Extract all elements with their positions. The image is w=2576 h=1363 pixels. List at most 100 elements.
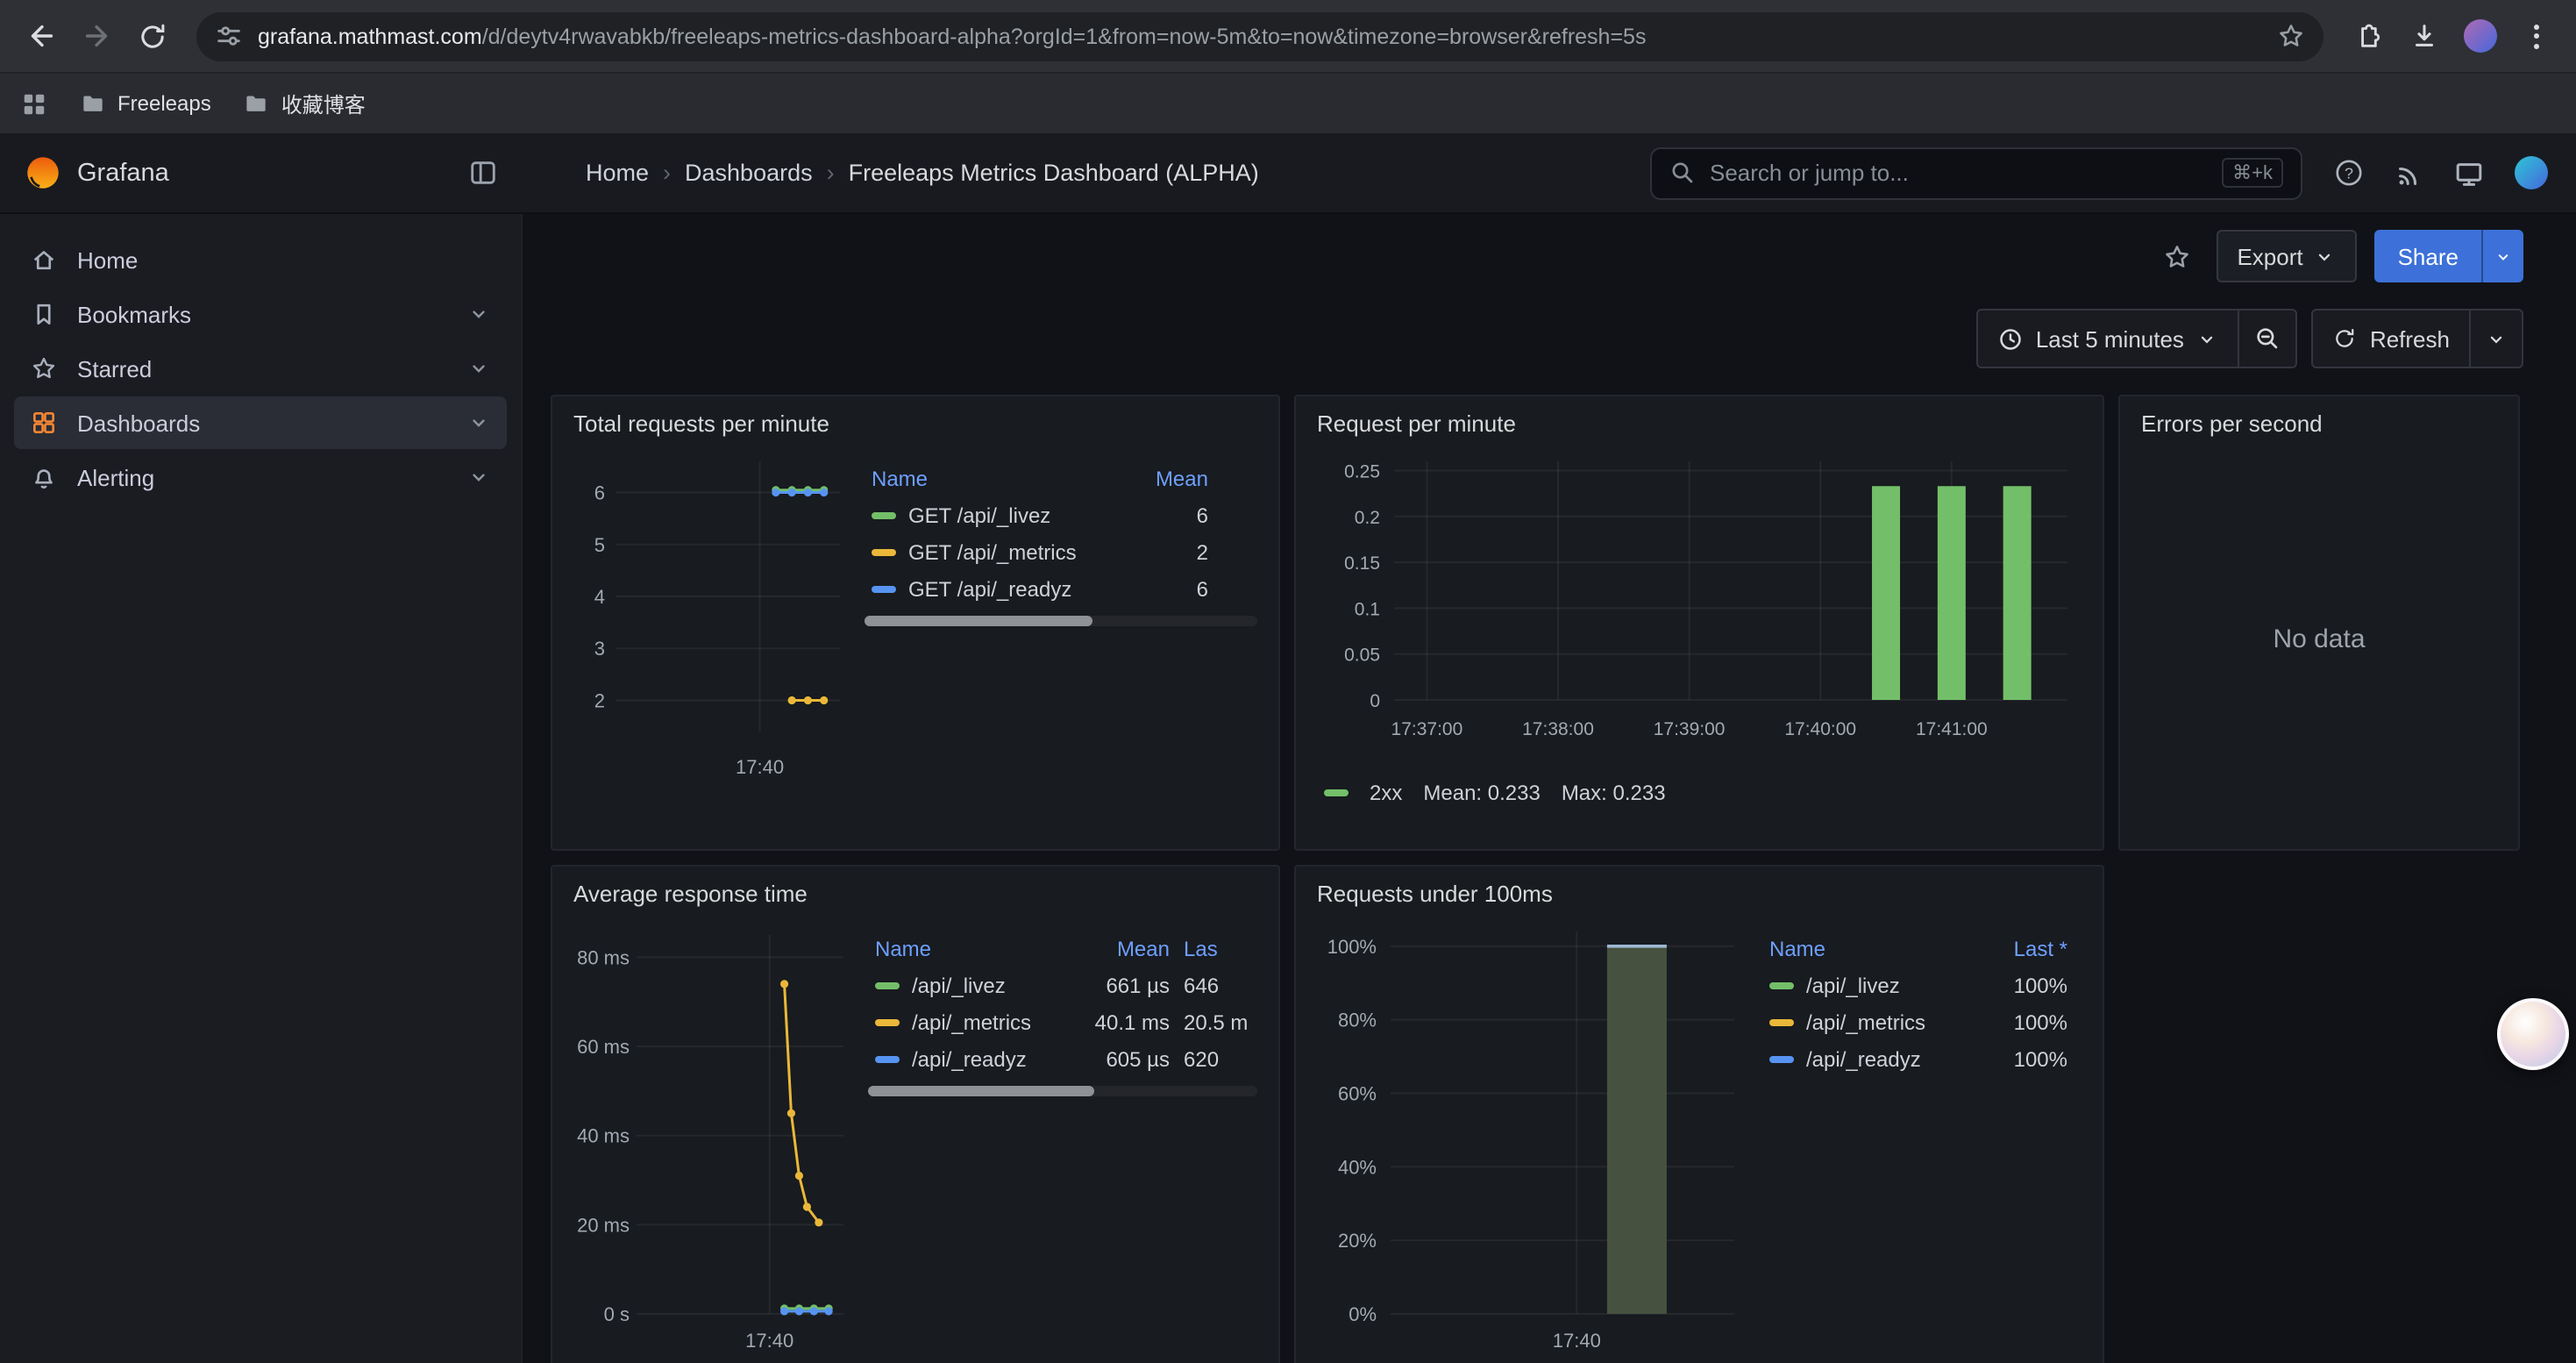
news-rss-icon[interactable] bbox=[2394, 158, 2423, 188]
back-button[interactable] bbox=[14, 10, 67, 62]
legend-line[interactable]: 2xx Mean: 0.233 Max: 0.233 bbox=[1317, 781, 2081, 805]
panel-title[interactable]: Total requests per minute bbox=[573, 410, 1257, 437]
legend-row[interactable]: /api/_metrics100% bbox=[1762, 1003, 2074, 1040]
breadcrumb-home[interactable]: Home bbox=[586, 160, 649, 186]
site-settings-icon[interactable] bbox=[214, 21, 244, 51]
zoom-out-button[interactable] bbox=[2238, 310, 2296, 367]
monitor-icon[interactable] bbox=[2453, 157, 2485, 189]
search-icon bbox=[1669, 160, 1696, 186]
legend-row[interactable]: /api/_livez661 µs646 bbox=[868, 967, 1257, 1003]
search-shortcut: ⌘+k bbox=[2222, 158, 2283, 188]
legend-column-header[interactable]: Last * bbox=[1962, 931, 2074, 967]
legend-row[interactable]: /api/_readyz605 µs620 bbox=[868, 1040, 1257, 1077]
svg-text:0.05: 0.05 bbox=[1344, 646, 1380, 666]
legend-column-header[interactable]: Name bbox=[1762, 931, 1962, 967]
chevron-down-icon[interactable] bbox=[466, 356, 491, 381]
legend-row[interactable]: GET /api/_readyz6 bbox=[865, 570, 1257, 607]
breadcrumb-dashboards[interactable]: Dashboards bbox=[685, 160, 813, 186]
bookmark-icon bbox=[30, 300, 58, 328]
legend-column-header[interactable]: Mean bbox=[1096, 461, 1257, 496]
sidebar-toggle-icon[interactable] bbox=[468, 158, 498, 188]
browser-menu-icon[interactable] bbox=[2509, 10, 2562, 62]
grafana-header: Grafana Home › Dashboards › Freeleaps Me… bbox=[0, 133, 2576, 214]
legend-column-header[interactable]: Las bbox=[1177, 931, 1257, 967]
panel-title[interactable]: Errors per second bbox=[2141, 410, 2497, 437]
panel-total-requests: Total requests per minute 2345617:40 Nam… bbox=[551, 395, 1280, 851]
total-requests-chart[interactable]: 2345617:40 bbox=[573, 444, 850, 791]
svg-text:4: 4 bbox=[594, 586, 605, 608]
sidebar-item-label: Home bbox=[77, 246, 138, 273]
time-controls: Last 5 minutes Refresh bbox=[551, 309, 2523, 368]
request-per-minute-chart[interactable]: 00.050.10.150.20.2517:37:0017:38:0017:39… bbox=[1317, 444, 2081, 770]
legend-row[interactable]: /api/_livez100% bbox=[1762, 967, 2074, 1003]
grafana-logo[interactable] bbox=[25, 154, 61, 191]
reload-button[interactable] bbox=[126, 10, 179, 62]
bookmark-freeleaps[interactable]: Freeleaps bbox=[79, 89, 211, 118]
sidebar-item-dashboards[interactable]: Dashboards bbox=[14, 396, 507, 449]
bookmark-blog-folder[interactable]: 收藏博客 bbox=[243, 89, 366, 118]
sidebar-item-home[interactable]: Home bbox=[14, 233, 507, 286]
share-dropdown-icon[interactable] bbox=[2481, 230, 2523, 282]
requests-under-100ms-chart[interactable]: 0%20%40%60%80%100%17:40 bbox=[1317, 914, 1748, 1356]
legend-row[interactable]: GET /api/_livez6 bbox=[865, 496, 1257, 533]
downloads-icon[interactable] bbox=[2397, 10, 2450, 62]
svg-text:17:39:00: 17:39:00 bbox=[1654, 719, 1726, 739]
svg-text:0.1: 0.1 bbox=[1355, 599, 1380, 619]
refresh-button[interactable]: Refresh bbox=[2314, 310, 2469, 367]
share-label: Share bbox=[2398, 243, 2459, 269]
extensions-icon[interactable] bbox=[2341, 10, 2394, 62]
series-swatch bbox=[872, 585, 896, 592]
legend-row[interactable]: /api/_readyz100% bbox=[1762, 1040, 2074, 1077]
assistant-avatar[interactable] bbox=[2497, 998, 2569, 1070]
svg-text:6: 6 bbox=[594, 482, 605, 504]
legend-row[interactable]: GET /api/_metrics2 bbox=[865, 533, 1257, 570]
series-swatch bbox=[875, 1018, 900, 1025]
svg-text:40 ms: 40 ms bbox=[577, 1125, 630, 1147]
breadcrumb-separator: › bbox=[663, 160, 671, 186]
series-swatch bbox=[1769, 981, 1794, 988]
legend-column-header[interactable]: Mean bbox=[1061, 931, 1177, 967]
sidebar-item-starred[interactable]: Starred bbox=[14, 342, 507, 395]
forward-button[interactable] bbox=[70, 10, 123, 62]
sidebar-item-alerting[interactable]: Alerting bbox=[14, 451, 507, 503]
bookmarks-bar: Freeleaps 收藏博客 bbox=[0, 72, 2576, 133]
time-range-label: Last 5 minutes bbox=[2036, 325, 2184, 352]
svg-text:0.15: 0.15 bbox=[1344, 553, 1380, 574]
average-response-time-chart[interactable]: 0 s20 ms40 ms60 ms80 ms17:40 bbox=[573, 914, 854, 1356]
search-input[interactable]: Search or jump to... ⌘+k bbox=[1650, 146, 2302, 199]
export-button[interactable]: Export bbox=[2216, 230, 2357, 282]
chevron-down-icon[interactable] bbox=[466, 465, 491, 489]
legend-scrollbar[interactable] bbox=[865, 616, 1257, 626]
panel-title[interactable]: Average response time bbox=[573, 881, 1257, 907]
time-range-picker[interactable]: Last 5 minutes bbox=[1978, 310, 2238, 367]
legend-swatch-2xx bbox=[1324, 789, 1348, 796]
panel-title[interactable]: Requests under 100ms bbox=[1317, 881, 2081, 907]
browser-toolbar: grafana.mathmast.com/d/deytv4rwavabkb/fr… bbox=[0, 0, 2576, 72]
svg-text:17:40:00: 17:40:00 bbox=[1784, 719, 1856, 739]
panel-title[interactable]: Request per minute bbox=[1317, 410, 2081, 437]
chevron-down-icon[interactable] bbox=[466, 302, 491, 326]
sidebar-item-bookmarks[interactable]: Bookmarks bbox=[14, 288, 507, 340]
legend-scrollbar[interactable] bbox=[868, 1086, 1257, 1096]
refresh-label: Refresh bbox=[2370, 325, 2450, 352]
favorite-star-icon[interactable] bbox=[2154, 234, 2198, 278]
chevron-down-icon[interactable] bbox=[466, 410, 491, 435]
bookmark-star-icon[interactable] bbox=[2276, 21, 2306, 51]
address-bar[interactable]: grafana.mathmast.com/d/deytv4rwavabkb/fr… bbox=[196, 11, 2323, 61]
sidebar-item-label: Bookmarks bbox=[77, 301, 191, 327]
sidebar-item-label: Alerting bbox=[77, 464, 154, 490]
svg-text:0%: 0% bbox=[1348, 1303, 1377, 1325]
user-avatar[interactable] bbox=[2515, 156, 2548, 189]
bell-icon bbox=[30, 463, 58, 491]
legend-mean: Mean: 0.233 bbox=[1423, 781, 1540, 805]
legend-column-header[interactable]: Name bbox=[865, 461, 1096, 496]
bookmark-label: Freeleaps bbox=[117, 91, 211, 116]
svg-text:20 ms: 20 ms bbox=[577, 1214, 630, 1236]
browser-profile-avatar[interactable] bbox=[2453, 10, 2506, 62]
refresh-interval-dropdown[interactable] bbox=[2469, 310, 2522, 367]
legend-row[interactable]: /api/_metrics40.1 ms20.5 m bbox=[868, 1003, 1257, 1040]
legend-column-header[interactable]: Name bbox=[868, 931, 1061, 967]
apps-grid-icon[interactable] bbox=[21, 90, 47, 117]
share-button[interactable]: Share bbox=[2375, 230, 2481, 282]
help-icon[interactable]: ? bbox=[2334, 158, 2364, 188]
